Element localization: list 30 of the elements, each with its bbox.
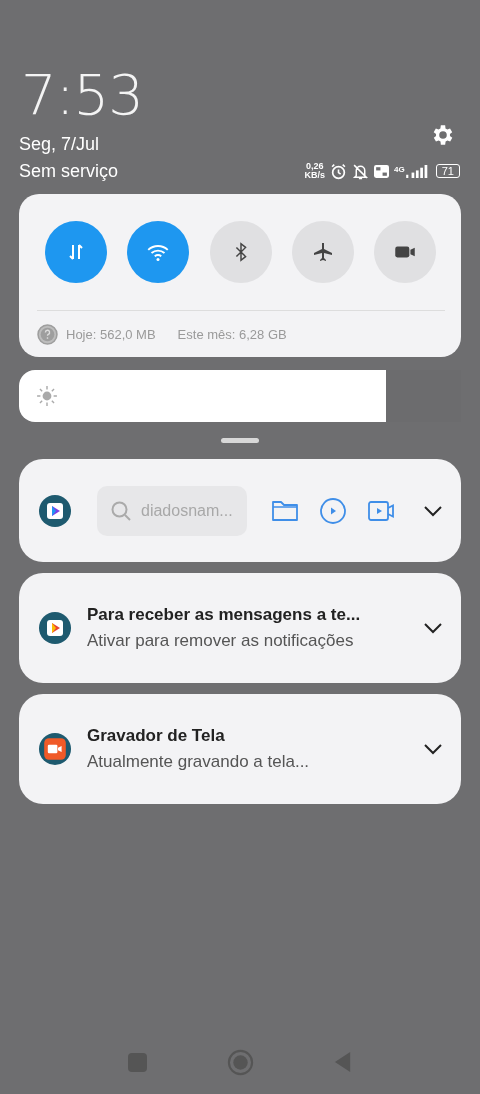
expand-chevron-icon[interactable] <box>423 622 443 634</box>
muted-bell-icon <box>352 162 370 180</box>
volte-icon <box>374 164 390 178</box>
signal-icon <box>405 164 428 178</box>
notification-title: Para receber as mensagens a te... <box>87 605 362 625</box>
clock-time: 7:53 <box>21 62 143 128</box>
recorder-app-icon <box>39 733 71 765</box>
network-type: 4G <box>394 164 405 174</box>
alarm-icon <box>330 162 348 180</box>
play-icon[interactable] <box>319 496 347 525</box>
carrier-text: Sem serviço <box>19 160 120 183</box>
notification-card[interactable]: Gravador de Tela Atualmente gravando a tela... <box>19 694 461 804</box>
notification-card[interactable]: Para receber as mensagens a te... Ativar para remover as notificações <box>19 573 461 683</box>
play-app-icon <box>39 612 71 644</box>
network-speed: 0,26 KB/s <box>304 162 326 180</box>
notification-text: Atualmente gravando a tela... <box>87 752 311 772</box>
battery-indicator: 71 <box>435 164 460 178</box>
date-text: Seg, 7/Jul <box>19 133 101 156</box>
video-icon[interactable] <box>367 498 395 523</box>
notification-text: Ativar para remover as notificações <box>87 631 355 651</box>
play-app-icon <box>39 494 71 527</box>
help-icon[interactable] <box>37 324 58 345</box>
brightness-icon <box>36 385 58 407</box>
expand-chevron-icon[interactable] <box>423 504 443 517</box>
data-month: Este mês: 6,28 GB <box>177 327 287 342</box>
drag-handle[interactable] <box>221 438 259 443</box>
folder-icon[interactable] <box>271 498 299 523</box>
expand-chevron-icon[interactable] <box>423 743 443 755</box>
data-today: Hoje: 562,0 MB <box>66 327 156 342</box>
notification-title: Gravador de Tela <box>87 726 226 746</box>
